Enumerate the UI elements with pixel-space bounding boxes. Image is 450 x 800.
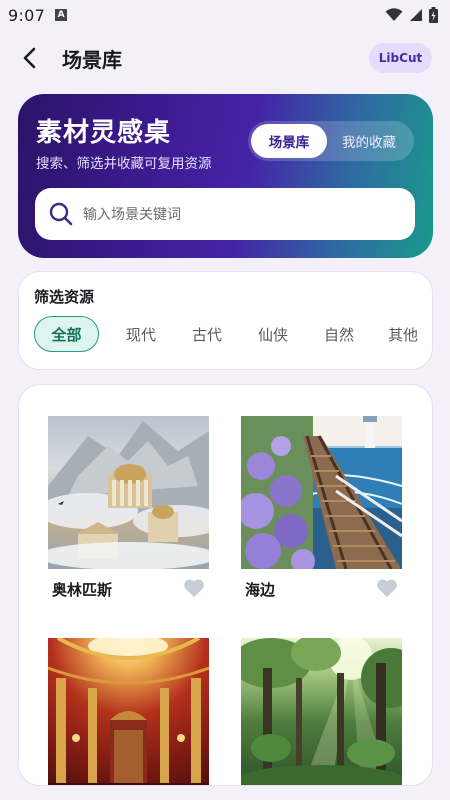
chip-nature[interactable]: 自然 [314,316,364,352]
search-input[interactable]: 输入场景关键词 [35,188,415,240]
cell-signal-icon [410,9,422,21]
palace-illustration [48,638,209,785]
scene-thumbnail-palace[interactable] [48,638,209,785]
tile-footer: 奥林匹斯 [48,569,209,605]
scene-card[interactable] [48,638,209,785]
chip-other[interactable]: 其他 [380,316,426,352]
scene-thumbnail-forest[interactable] [241,638,402,785]
scene-grid: 奥林匹斯 海边 [18,384,433,786]
scene-thumbnail-olympus[interactable] [48,416,209,569]
chip-ancient[interactable]: 古代 [182,316,232,352]
back-button[interactable] [16,44,44,72]
search-icon [49,202,73,226]
filter-card: 筛选资源 全部 现代 古代 仙侠 自然 其他 [18,271,433,370]
app-bar: 场景库 LibCut [0,36,450,80]
scene-thumbnail-seaside[interactable] [241,416,402,569]
wifi-icon [385,8,403,21]
battery-icon [429,7,438,23]
scene-card[interactable] [241,638,402,785]
filter-chips: 全部 现代 古代 仙侠 自然 其他 [34,316,426,354]
scene-name: 海边 [245,581,276,599]
page-title: 场景库 [62,48,122,72]
olympus-illustration [48,421,209,569]
status-icons [385,7,438,23]
hero-title: 素材灵感桌 [36,118,172,148]
chip-modern[interactable]: 现代 [116,316,166,352]
hero-card: 素材灵感桌 搜索、筛选并收藏可复用资源 场景库 我的收藏 输入场景关键词 [18,94,433,258]
scene-card[interactable]: 海边 [241,416,402,605]
status-time: 9:07 [8,5,46,25]
chip-xianxia[interactable]: 仙侠 [248,316,298,352]
search-placeholder: 输入场景关键词 [83,207,181,223]
tile-footer: 海边 [241,569,402,605]
segment-my-favorites[interactable]: 我的收藏 [327,124,411,158]
chip-all[interactable]: 全部 [34,316,99,352]
favorite-heart-icon[interactable] [376,578,398,598]
libcut-badge[interactable]: LibCut [369,43,432,73]
hero-subtitle: 搜索、筛选并收藏可复用资源 [36,156,212,172]
forest-illustration [241,638,402,785]
segment-scene-library[interactable]: 场景库 [251,124,327,158]
notification-icon: A [55,9,68,21]
back-arrow-icon [23,47,36,69]
favorite-heart-icon[interactable] [183,578,205,598]
status-bar: 9:07 A [0,0,450,30]
scene-name: 奥林匹斯 [52,581,113,599]
scene-card[interactable]: 奥林匹斯 [48,416,209,605]
filter-title: 筛选资源 [34,288,95,306]
seaside-illustration [241,416,402,569]
segment-control: 场景库 我的收藏 [248,121,414,161]
